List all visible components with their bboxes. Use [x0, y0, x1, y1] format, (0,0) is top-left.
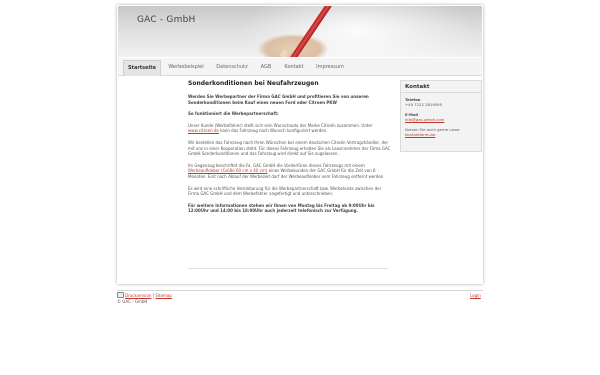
paragraph-sticker: Im Gegenzug beschriftet die Fa. GAC GmbH… [188, 163, 392, 180]
tab-kontakt[interactable]: Kontakt [282, 61, 306, 74]
header-banner: GAC - GmbH [118, 6, 482, 57]
paragraph-sticker-a: Im Gegenzug beschriftet die Fa. GAC GmbH… [188, 162, 365, 168]
subheading: So funktioniert die Werbepartnerschaft: [188, 111, 279, 117]
contact-body: Telefon +49 7222 2819595 E-Mail info@gac… [405, 97, 479, 137]
paragraph-configure: Unser Kunde (Werbefahrer) stellt sich se… [188, 123, 392, 134]
contact-title: Kontakt [401, 81, 481, 93]
intro-text: Werden Sie Werbepartner der Firma GAC Gm… [188, 94, 369, 105]
site-title[interactable]: GAC - GmbH [137, 15, 195, 25]
sitemap-link[interactable]: Sitemap [155, 293, 172, 298]
citroen-link[interactable]: www.citroen.de [188, 128, 219, 133]
paragraph-contact-hours: Für weitere Informationen stehen wir Ihn… [188, 202, 375, 214]
sticker-link[interactable]: Werbeaufkleber (Größe 60 cm x 40 cm) [188, 168, 267, 173]
contact-form-link[interactable]: Kontaktformular [405, 132, 435, 137]
printer-icon [117, 292, 124, 298]
main-content: Sonderkonditionen bei Neufahrzeugen Werd… [188, 80, 392, 269]
content-divider [188, 268, 388, 269]
footer-links: Druckversion | Sitemap © GAC - GmbH [117, 292, 172, 305]
footer-separator: | [152, 293, 155, 298]
copyright: © GAC - GmbH [117, 299, 148, 304]
main-nav: Startseite Werbebeispiel Datenschutz AGB… [118, 58, 482, 76]
tab-impressum[interactable]: Impressum [314, 61, 346, 74]
tab-datenschutz[interactable]: Datenschutz [214, 61, 250, 74]
tab-werbebeispiel[interactable]: Werbebeispiel [166, 61, 206, 74]
paragraph-configure-b: kann das Fahrzeug nach Wunsch konfigurie… [218, 128, 328, 134]
login-link[interactable]: Login [470, 293, 481, 298]
paragraph-configure-a: Unser Kunde (Werbefahrer) stellt sich se… [188, 122, 373, 128]
tab-startseite[interactable]: Startseite [123, 60, 161, 76]
print-version-link[interactable]: Druckversion [125, 293, 151, 298]
page-heading: Sonderkonditionen bei Neufahrzeugen [188, 80, 319, 87]
paragraph-order: Wir bestellen das Fahrzeug nach Ihren Wü… [188, 139, 391, 157]
tab-agb[interactable]: AGB [258, 61, 274, 74]
footer-divider [117, 290, 483, 291]
contact-note-b: . [435, 132, 437, 137]
paragraph-agreement: Es wird eine schriftliche Vereinbarung f… [188, 185, 382, 197]
contact-box: Kontakt Telefon +49 7222 2819595 E-Mail … [400, 80, 482, 152]
contact-note: Nutzen Sie auch gerne unser Kontaktformu… [405, 127, 479, 137]
email-link[interactable]: info@gac-gmbh.com [405, 117, 444, 122]
